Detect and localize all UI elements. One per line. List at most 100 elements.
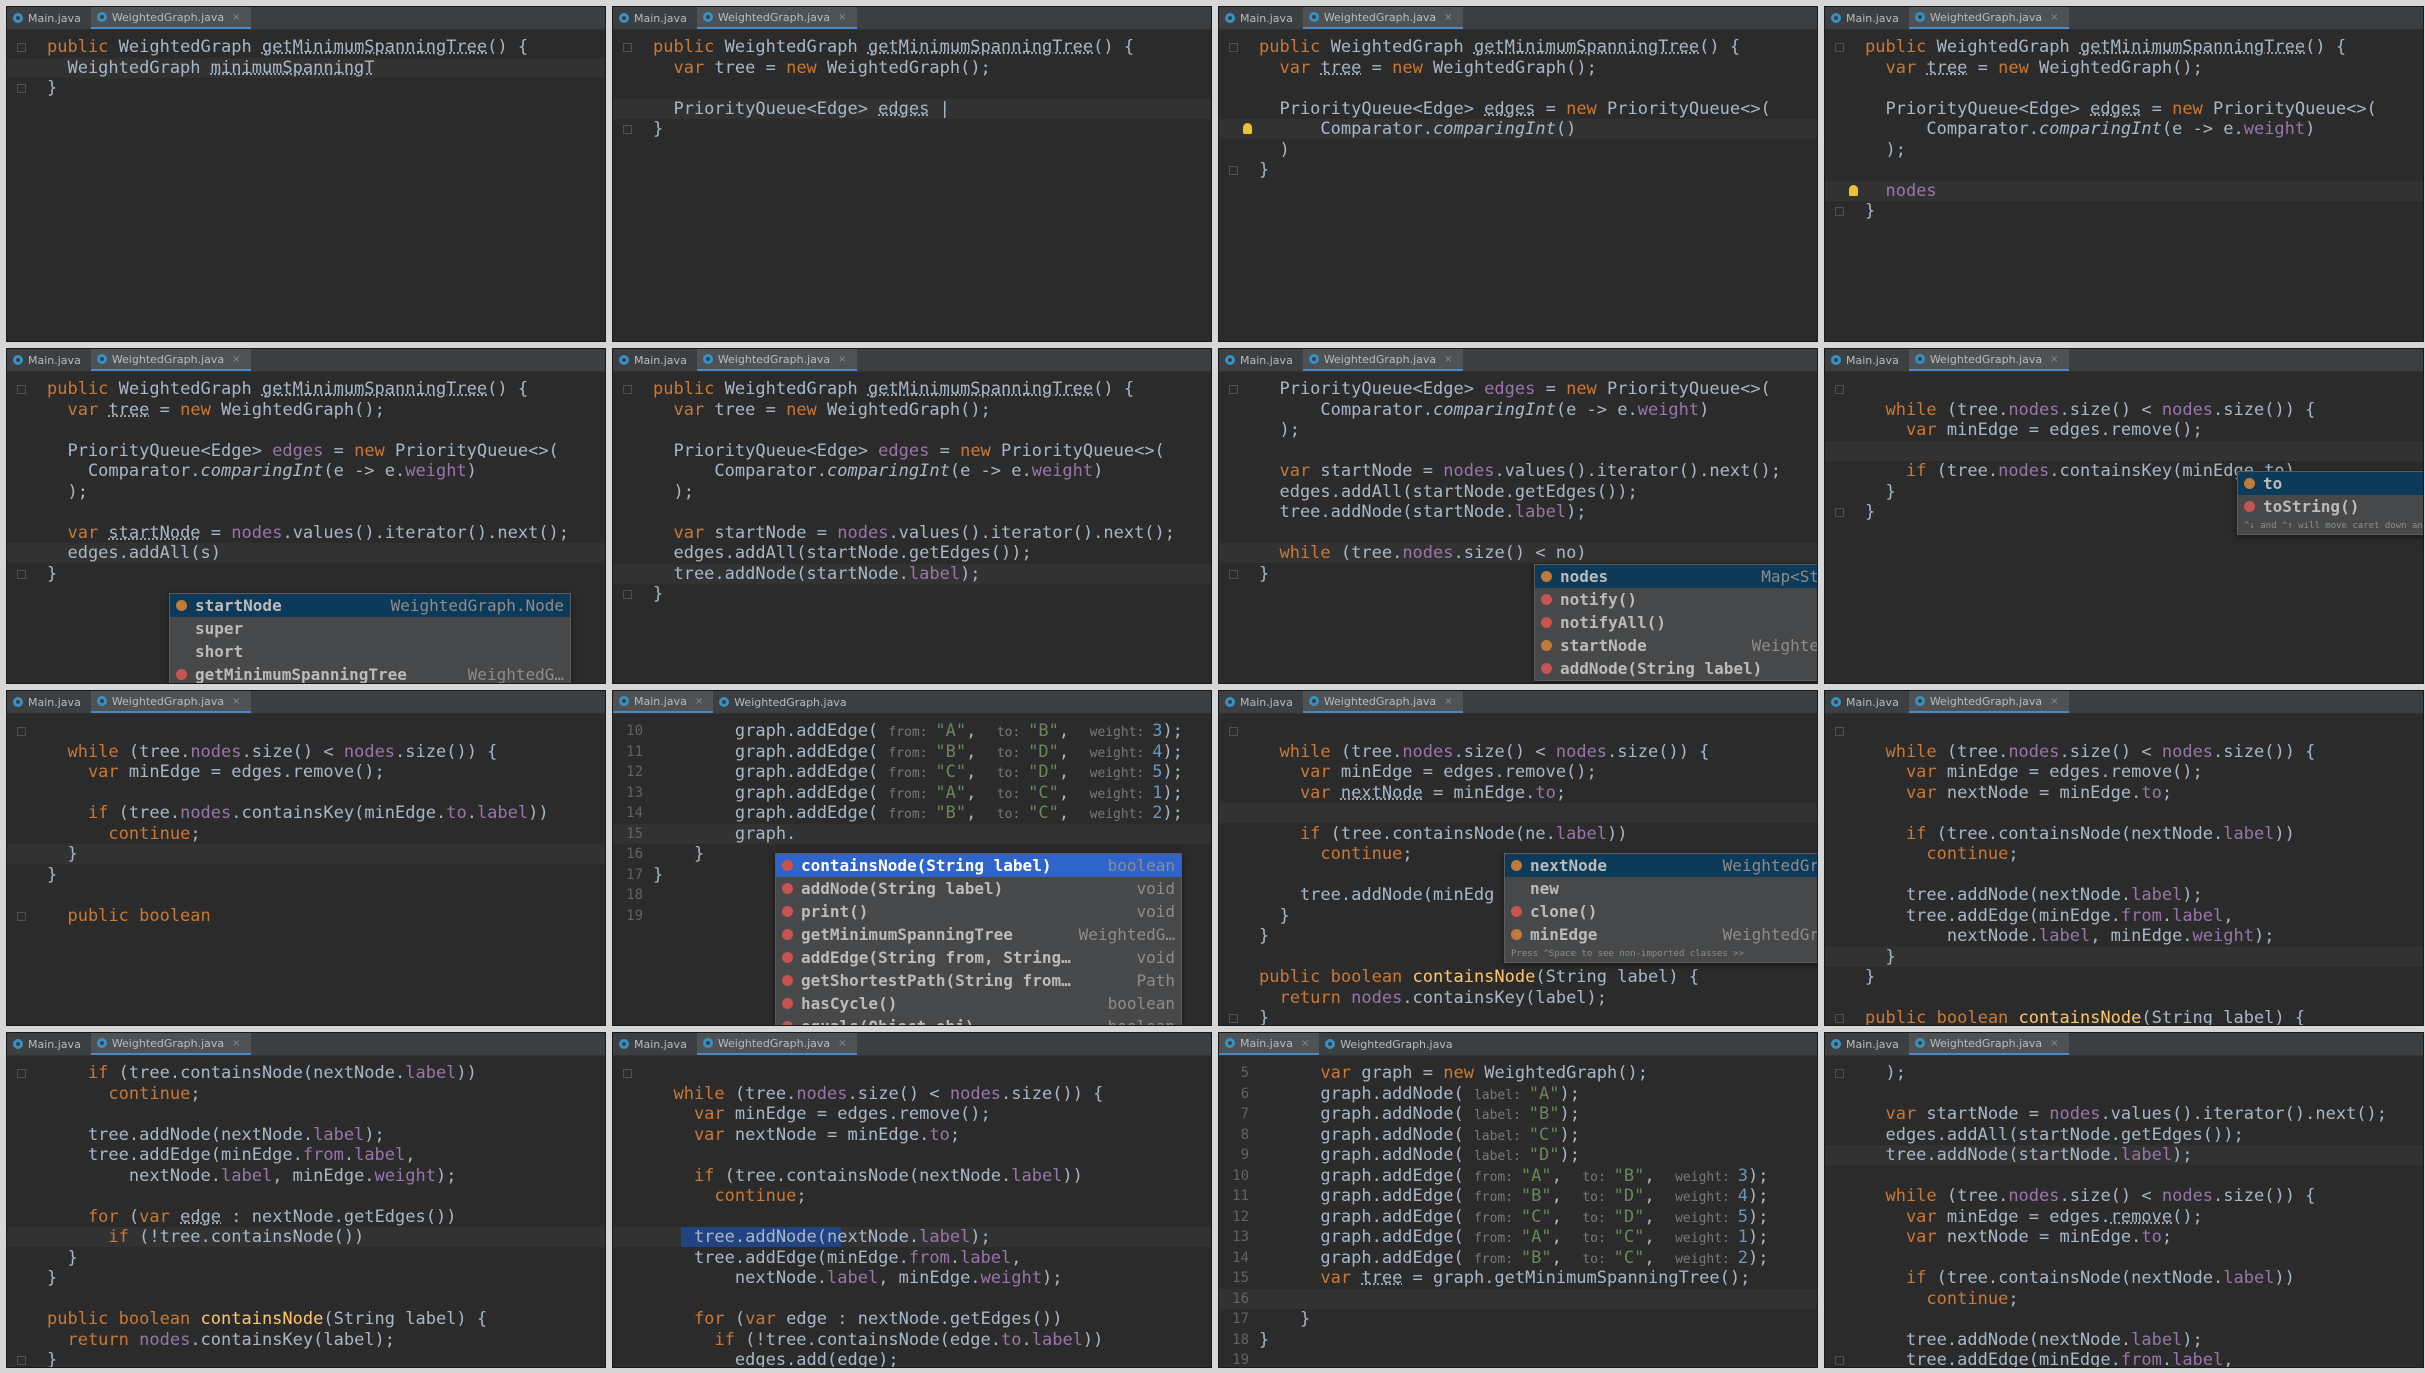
tab-main-java[interactable]: Main.java: [1219, 7, 1303, 29]
code-editor[interactable]: public WeightedGraph getMinimumSpanningT…: [613, 29, 1211, 341]
completion-item[interactable]: addNode(String label) void: [776, 877, 1181, 900]
code-editor[interactable]: public WeightedGraph getMinimumSpanningT…: [1825, 29, 2423, 341]
close-tab-icon[interactable]: ×: [838, 1038, 846, 1049]
close-tab-icon[interactable]: ×: [1444, 12, 1452, 23]
tab-weightedgraph-java[interactable]: WeightedGraph.java ×: [1908, 691, 2069, 713]
code-editor[interactable]: while (tree.nodes.size() < nodes.size())…: [7, 713, 605, 1025]
tab-main-java[interactable]: Main.java: [1825, 349, 1909, 371]
completion-item[interactable]: getMinimumSpanningTree WeightedG…: [776, 923, 1181, 946]
tab-weightedgraph-java[interactable]: WeightedGraph.java ×: [696, 1033, 857, 1055]
completion-item[interactable]: toString(): [2238, 495, 2423, 518]
close-tab-icon[interactable]: ×: [1444, 354, 1452, 365]
fold-marker-icon[interactable]: [623, 43, 632, 52]
close-tab-icon[interactable]: ×: [2050, 1038, 2058, 1049]
code-editor[interactable]: public WeightedGraph getMinimumSpanningT…: [7, 371, 605, 683]
completion-item[interactable]: notify(): [1535, 588, 1817, 611]
tab-weightedgraph-java[interactable]: WeightedGraph.java: [1319, 1033, 1462, 1055]
fold-marker-icon[interactable]: [1229, 569, 1238, 579]
fold-marker-icon[interactable]: [1835, 1069, 1844, 1078]
close-tab-icon[interactable]: ×: [232, 696, 240, 707]
tab-main-java[interactable]: Main.java: [7, 349, 91, 371]
completion-item[interactable]: short: [170, 640, 570, 663]
tab-main-java[interactable]: Main.java: [1825, 7, 1909, 29]
fold-marker-icon[interactable]: [17, 43, 26, 52]
close-tab-icon[interactable]: ×: [232, 354, 240, 365]
completion-item[interactable]: nodes Map<St: [1535, 565, 1817, 588]
tab-main-java[interactable]: Main.java: [613, 7, 697, 29]
completion-item[interactable]: to: [2238, 472, 2423, 495]
close-tab-icon[interactable]: ×: [232, 12, 240, 23]
fold-marker-icon[interactable]: [1229, 385, 1238, 394]
completion-item[interactable]: notifyAll(): [1535, 611, 1817, 634]
code-editor[interactable]: while (tree.nodes.size() < nodes.size())…: [1219, 713, 1817, 1025]
close-tab-icon[interactable]: ×: [2050, 354, 2058, 365]
fold-marker-icon[interactable]: [17, 1069, 26, 1078]
fold-marker-icon[interactable]: [1835, 207, 1844, 216]
fold-marker-icon[interactable]: [17, 84, 26, 93]
tab-weightedgraph-java[interactable]: WeightedGraph.java ×: [1302, 349, 1463, 371]
tab-main-java[interactable]: Main.java: [1219, 349, 1303, 371]
fold-marker-icon[interactable]: [623, 1069, 632, 1078]
completion-item[interactable]: hasCycle() boolean: [776, 992, 1181, 1015]
close-tab-icon[interactable]: ×: [1444, 696, 1452, 707]
completion-item[interactable]: clone(): [1505, 900, 1817, 923]
tab-main-java[interactable]: Main.java: [1219, 691, 1303, 713]
tab-weightedgraph-java[interactable]: WeightedGraph.java ×: [696, 7, 857, 29]
completion-item[interactable]: equals(Object obj) boolean: [776, 1015, 1181, 1025]
tab-main-java[interactable]: Main.java: [7, 7, 91, 29]
completion-item[interactable]: startNode WeightedGraph.Node: [170, 594, 570, 617]
tab-weightedgraph-java[interactable]: WeightedGraph.java ×: [1908, 7, 2069, 29]
tab-weightedgraph-java[interactable]: WeightedGraph.java ×: [696, 349, 857, 371]
fold-marker-icon[interactable]: [1229, 1014, 1238, 1023]
close-tab-icon[interactable]: ×: [2050, 696, 2058, 707]
tab-weightedgraph-java[interactable]: WeightedGraph.java ×: [1302, 7, 1463, 29]
close-tab-icon[interactable]: ×: [838, 12, 846, 23]
tab-weightedgraph-java[interactable]: WeightedGraph.java ×: [1908, 349, 2069, 371]
completion-item[interactable]: addNode(String label): [1535, 657, 1817, 680]
tab-weightedgraph-java[interactable]: WeightedGraph.java ×: [90, 691, 251, 713]
fold-marker-icon[interactable]: [623, 385, 632, 394]
code-editor[interactable]: while (tree.nodes.size() < nodes.size())…: [1825, 713, 2423, 1025]
completion-item[interactable]: getShortestPath(String from… Path: [776, 969, 1181, 992]
fold-marker-icon[interactable]: [1835, 1356, 1844, 1365]
fold-marker-icon[interactable]: [17, 385, 26, 394]
code-editor[interactable]: PriorityQueue<Edge> edges = new Priority…: [1219, 371, 1817, 683]
close-tab-icon[interactable]: ×: [1301, 1038, 1309, 1049]
code-editor[interactable]: 5 var graph = new WeightedGraph(); 6 grap…: [1219, 1055, 1817, 1367]
tab-main-java[interactable]: Main.java: [7, 1033, 91, 1055]
fold-marker-icon[interactable]: [1835, 508, 1844, 517]
tab-main-java[interactable]: Main.java ×: [613, 691, 714, 713]
tab-main-java[interactable]: Main.java ×: [1219, 1033, 1320, 1055]
code-editor[interactable]: public WeightedGraph getMinimumSpanningT…: [7, 29, 605, 341]
tab-weightedgraph-java[interactable]: WeightedGraph.java ×: [90, 7, 251, 29]
tab-weightedgraph-java[interactable]: WeightedGraph.java ×: [90, 349, 251, 371]
fold-marker-icon[interactable]: [17, 1356, 26, 1365]
tab-weightedgraph-java[interactable]: WeightedGraph.java ×: [1908, 1033, 2069, 1055]
completion-item[interactable]: getMinimumSpanningTree WeightedG…: [170, 663, 570, 683]
tab-main-java[interactable]: Main.java: [7, 691, 91, 713]
intention-bulb-icon[interactable]: [1849, 184, 1858, 196]
fold-marker-icon[interactable]: [17, 727, 26, 736]
code-editor[interactable]: 10 graph.addEdge( from: "A", to: "B", we…: [613, 713, 1211, 1025]
code-editor[interactable]: ); var startNode = nodes.values().iterat…: [1825, 1055, 2423, 1367]
tab-main-java[interactable]: Main.java: [613, 349, 697, 371]
tab-main-java[interactable]: Main.java: [1825, 691, 1909, 713]
close-tab-icon[interactable]: ×: [695, 696, 703, 707]
completion-item[interactable]: print() void: [776, 900, 1181, 923]
fold-marker-icon[interactable]: [1835, 43, 1844, 52]
completion-item[interactable]: startNode Weighte: [1535, 634, 1817, 657]
code-editor[interactable]: public WeightedGraph getMinimumSpanningT…: [1219, 29, 1817, 341]
completion-item[interactable]: minEdge WeightedGr: [1505, 923, 1817, 946]
fold-marker-icon[interactable]: [1835, 727, 1844, 736]
fold-marker-icon[interactable]: [17, 911, 26, 921]
close-tab-icon[interactable]: ×: [2050, 12, 2058, 23]
close-tab-icon[interactable]: ×: [232, 1038, 240, 1049]
code-editor[interactable]: while (tree.nodes.size() < nodes.size())…: [1825, 371, 2423, 683]
fold-marker-icon[interactable]: [17, 569, 26, 579]
fold-marker-icon[interactable]: [1229, 166, 1238, 175]
intention-bulb-icon[interactable]: [1243, 123, 1252, 134]
fold-marker-icon[interactable]: [1835, 385, 1844, 394]
tab-main-java[interactable]: Main.java: [1825, 1033, 1909, 1055]
completion-item[interactable]: new: [1505, 877, 1817, 900]
fold-marker-icon[interactable]: [1229, 727, 1238, 736]
